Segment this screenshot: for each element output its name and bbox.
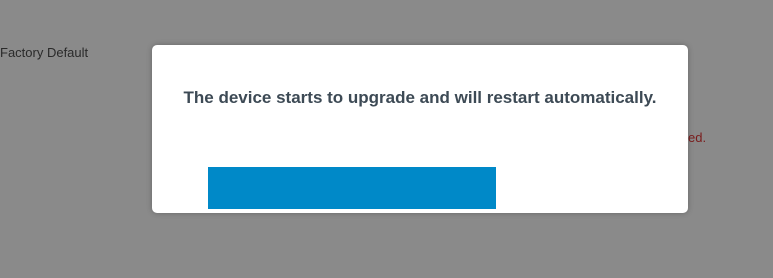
upgrade-dialog: The device starts to upgrade and will re… bbox=[152, 45, 688, 213]
status-message-fragment: ed. bbox=[688, 130, 707, 145]
factory-default-label: Factory Default bbox=[0, 45, 89, 60]
upgrade-progress-bar bbox=[208, 167, 632, 209]
upgrade-message: The device starts to upgrade and will re… bbox=[183, 88, 657, 107]
upgrade-progress-fill bbox=[208, 167, 497, 209]
upgrade-screen: Factory Default ed. The device starts to… bbox=[0, 0, 773, 278]
